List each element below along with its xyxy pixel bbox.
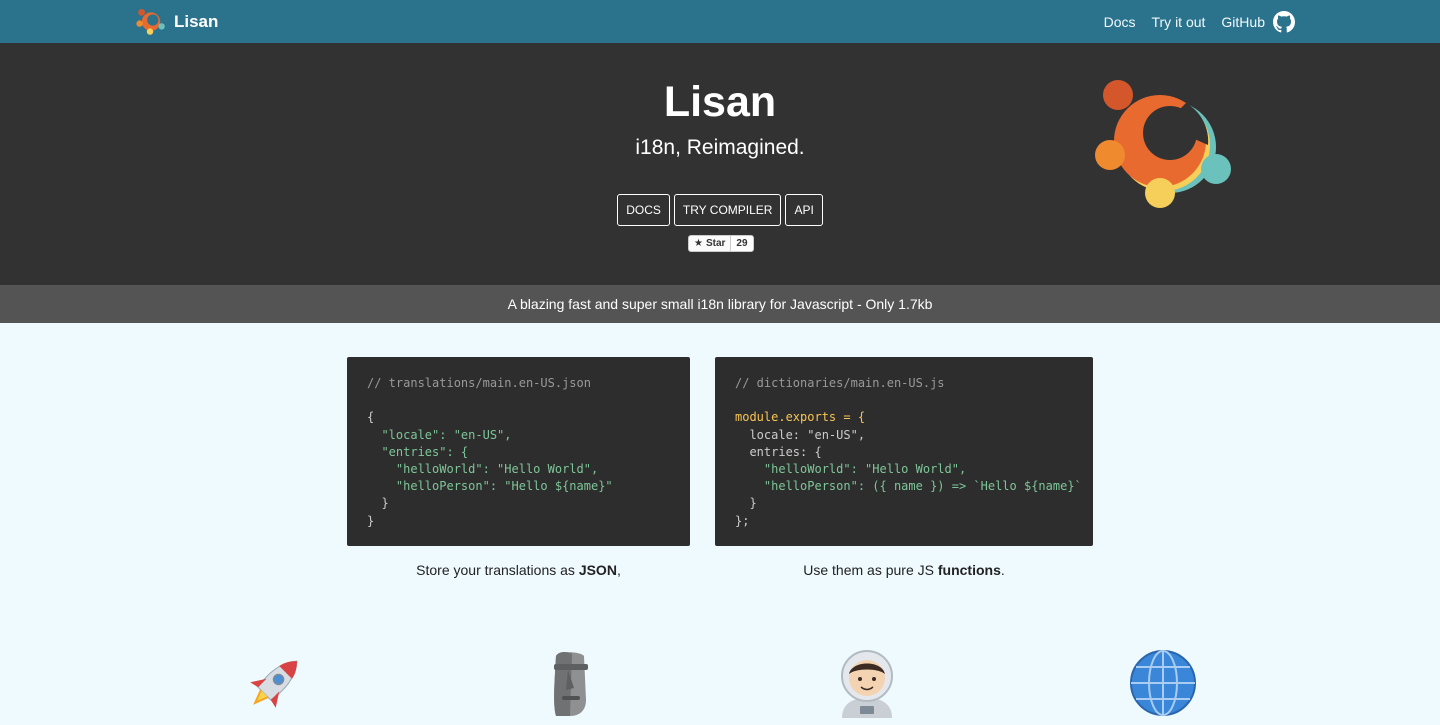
code-line: // dictionaries/main.en-US.js (735, 376, 945, 390)
docs-button[interactable]: DOCS (617, 194, 670, 226)
star-count[interactable]: 29 (730, 236, 753, 251)
json-caption: Store your translations as JSON, (347, 562, 690, 578)
globe-icon (1130, 650, 1196, 716)
api-button[interactable]: API (785, 194, 823, 226)
nav-links: Docs Try it out GitHub (1088, 8, 1295, 35)
code-line: "helloWorld": "Hello World", (367, 462, 599, 477)
code-line: }; (735, 513, 750, 528)
code-line: { (367, 410, 375, 425)
lisan-logo-icon (136, 8, 165, 35)
code-line: "helloWorld": "Hello World", (735, 462, 967, 477)
code-line: } (367, 496, 389, 511)
try-compiler-button[interactable]: TRY COMPILER (673, 194, 782, 226)
star-label: Star (705, 238, 726, 249)
nav-link-github[interactable]: GitHub (1221, 14, 1265, 30)
code-line: } (367, 513, 375, 528)
brand-name: Lisan (174, 11, 219, 31)
js-caption: Use them as pure JS functions. (715, 562, 1093, 578)
js-code-example: // dictionaries/main.en-US.js module.exp… (715, 357, 1093, 546)
code-line: "locale": "en-US", (367, 427, 512, 442)
code-line: locale: "en-US", (735, 427, 866, 442)
astronaut-icon (841, 650, 893, 718)
code-line: // translations/main.en-US.json (367, 376, 591, 390)
github-icon[interactable] (1273, 10, 1295, 33)
caption-text: , (616, 562, 621, 578)
caption-text: Use them as pure JS (803, 562, 938, 578)
star-button[interactable]: ★ Star (689, 236, 730, 251)
caption-text: Store your translations as (416, 562, 579, 578)
top-navbar: Lisan Docs Try it out GitHub (0, 0, 1440, 43)
caption-bold: JSON (578, 562, 617, 578)
lisan-logo-icon (1095, 80, 1231, 208)
star-icon: ★ (694, 238, 703, 249)
brand-link[interactable]: Lisan (136, 7, 218, 36)
caption-text: . (1000, 562, 1005, 578)
json-code-example: // translations/main.en-US.json { "local… (347, 357, 690, 546)
nav-link-try-it-out[interactable]: Try it out (1151, 14, 1205, 30)
github-star-badge[interactable]: ★ Star 29 (688, 235, 754, 252)
moai-icon (554, 651, 588, 716)
code-line: entries: { (735, 444, 822, 459)
tagline-bar: A blazing fast and super small i18n libr… (0, 285, 1440, 323)
code-line: module.exports = { (735, 410, 866, 425)
rocket-icon (250, 660, 298, 708)
caption-bold: functions (937, 562, 1001, 578)
code-line: "helloPerson": ({ name }) => `Hello ${na… (735, 479, 1082, 494)
code-line: "entries": { (367, 444, 469, 459)
hero-section: Lisan i18n, Reimagined. DOCS TRY COMPILE… (0, 43, 1440, 285)
nav-link-docs[interactable]: Docs (1104, 14, 1136, 30)
code-line: } (735, 496, 757, 511)
code-line: "helloPerson": "Hello ${name}" (367, 479, 613, 494)
